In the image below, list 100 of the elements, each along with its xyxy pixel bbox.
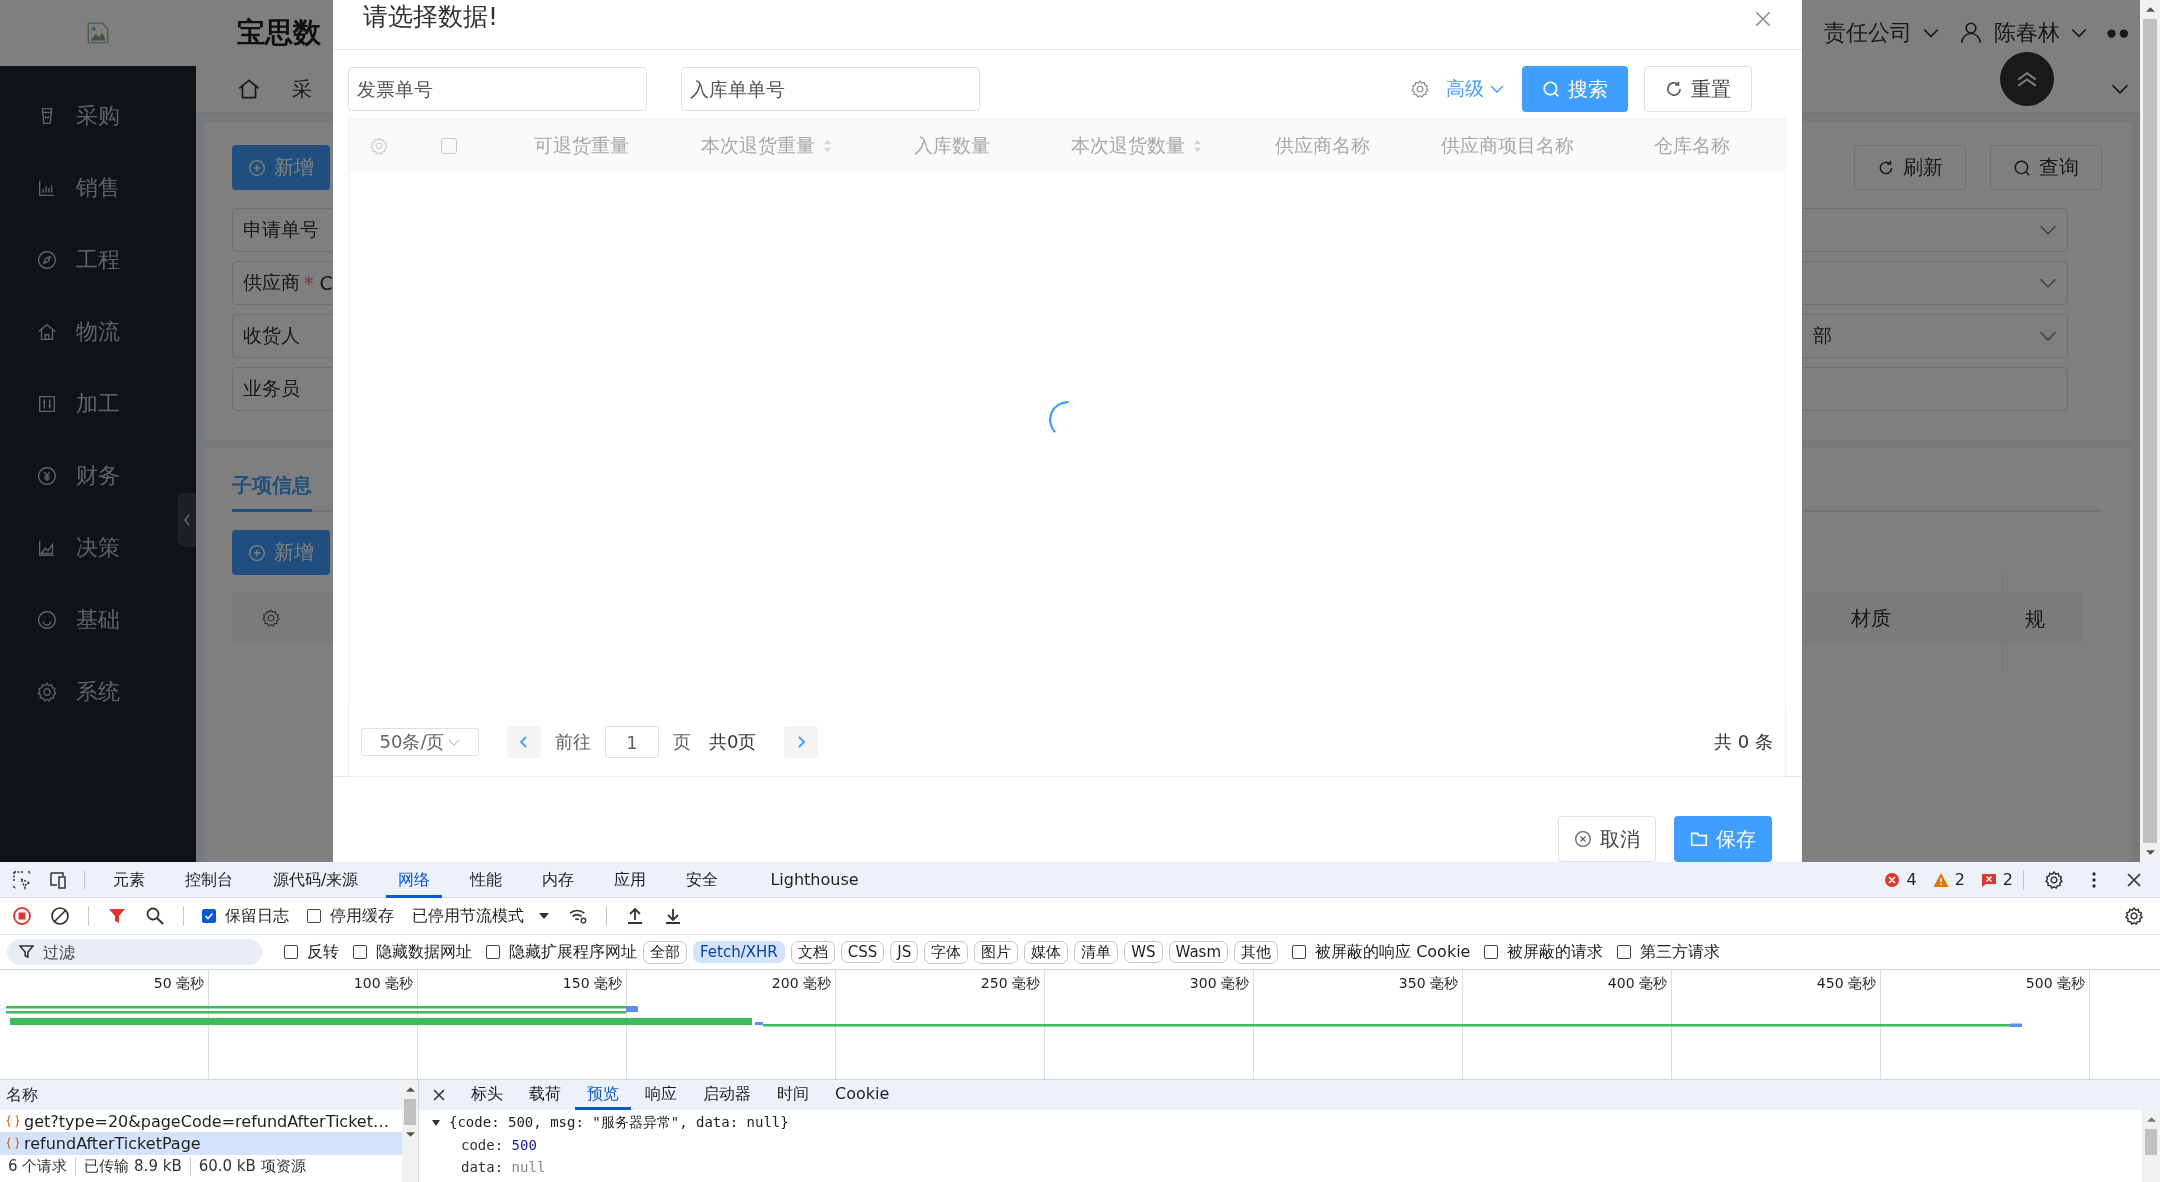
column-header: 入库数量 xyxy=(913,133,990,158)
select-all-checkbox[interactable] xyxy=(441,138,457,154)
filter-field[interactable]: 过滤 xyxy=(7,939,262,965)
device-toggle-icon[interactable] xyxy=(48,869,68,890)
stop-recording-icon[interactable] xyxy=(12,906,32,926)
close-icon[interactable] xyxy=(431,1087,447,1103)
preview-scrollbar[interactable] xyxy=(2142,1110,2160,1182)
dropdown-triangle-icon[interactable] xyxy=(538,912,550,920)
scroll-up-icon[interactable] xyxy=(2146,1117,2156,1122)
page-input[interactable]: 1 xyxy=(605,726,659,758)
type-filter-chip[interactable]: CSS xyxy=(840,941,885,963)
detail-tab[interactable]: 载荷 xyxy=(517,1080,573,1110)
cancel-button[interactable]: 取消 xyxy=(1558,816,1656,862)
download-icon[interactable] xyxy=(663,906,683,926)
upload-icon[interactable] xyxy=(625,906,645,926)
detail-tab[interactable]: 启动器 xyxy=(691,1080,763,1110)
detail-tab[interactable]: 响应 xyxy=(633,1080,689,1110)
request-row[interactable]: refundAfterTicketPage xyxy=(0,1132,402,1154)
devtools-tab[interactable]: 源代码/来源 xyxy=(261,861,371,898)
type-filter-chip[interactable]: 字体 xyxy=(924,940,969,964)
checkbox[interactable] xyxy=(1617,945,1632,959)
checkbox-label[interactable]: 第三方请求 xyxy=(1640,941,1721,963)
devtools-tab[interactable]: 元素 xyxy=(101,861,157,898)
checkbox[interactable] xyxy=(1292,945,1307,959)
scroll-down-icon[interactable] xyxy=(2145,850,2155,855)
expand-triangle-icon[interactable] xyxy=(431,1119,441,1127)
settings-icon[interactable] xyxy=(2044,869,2064,890)
type-filter-chip[interactable]: 文档 xyxy=(790,940,835,964)
type-filter-chip[interactable]: Fetch/XHR xyxy=(693,941,785,963)
column-header: 供应商项目名称 xyxy=(1440,133,1574,158)
checkbox[interactable] xyxy=(486,945,500,959)
detail-tab[interactable]: 时间 xyxy=(765,1080,821,1110)
list-scrollbar[interactable] xyxy=(402,1080,418,1182)
query-button[interactable]: 查询 xyxy=(1990,145,2102,190)
checkbox[interactable] xyxy=(307,909,321,923)
type-filter-chip[interactable]: 媒体 xyxy=(1024,940,1069,964)
issue-icon[interactable] xyxy=(1980,871,1997,888)
type-filter-chip[interactable]: 其他 xyxy=(1234,940,1279,964)
type-filter-chip[interactable]: 清单 xyxy=(1074,940,1119,964)
scroll-down-icon[interactable] xyxy=(405,1132,415,1137)
collapse-handle[interactable] xyxy=(177,493,196,547)
detail-tab[interactable]: 预览 xyxy=(575,1080,631,1110)
checkbox-label[interactable]: 反转 xyxy=(307,941,339,963)
warning-count[interactable]: 2 xyxy=(1954,870,1965,889)
detail-tab[interactable]: Cookie xyxy=(823,1080,902,1110)
reset-button[interactable]: 重置 xyxy=(1644,66,1752,112)
type-filter-chip[interactable]: 图片 xyxy=(974,940,1019,964)
checkbox-label[interactable]: 被屏蔽的请求 xyxy=(1507,941,1604,963)
filter-icon[interactable] xyxy=(107,906,127,926)
cancel-circle-icon xyxy=(1574,830,1592,848)
type-filter-chip[interactable]: WS xyxy=(1124,941,1163,963)
search-field[interactable]: 入库单单号 xyxy=(681,67,980,111)
refresh-button[interactable]: 刷新 xyxy=(1854,145,1966,190)
clear-icon[interactable] xyxy=(50,906,70,926)
devtools-tab[interactable]: 性能 xyxy=(458,861,515,898)
throttling-select[interactable]: 已停用节流模式 xyxy=(412,905,524,927)
plus-circle-icon xyxy=(248,158,266,177)
devtools-tab[interactable]: 内存 xyxy=(530,861,587,898)
page-size-select[interactable]: 50条/页 xyxy=(361,728,479,756)
menu-item-icon xyxy=(36,249,58,271)
issue-count[interactable]: 2 xyxy=(2002,870,2013,889)
page-scrollbar[interactable] xyxy=(2140,0,2160,862)
devtools-tab[interactable]: 控制台 xyxy=(173,861,245,898)
error-icon[interactable] xyxy=(1884,871,1901,888)
checkbox[interactable] xyxy=(353,945,367,959)
page-tab[interactable]: 采 xyxy=(292,75,312,103)
search-icon[interactable] xyxy=(145,906,165,926)
scrollbar-thumb[interactable] xyxy=(2145,1129,2157,1155)
checkbox-label[interactable]: 隐藏扩展程序网址 xyxy=(509,941,637,963)
type-filter-chip[interactable]: 全部 xyxy=(643,940,687,964)
checkbox-label[interactable]: 停用缓存 xyxy=(330,905,394,927)
devtools-tab[interactable]: Lighthouse xyxy=(758,861,871,898)
devtools-tab[interactable]: 应用 xyxy=(602,861,659,898)
devtools-tab[interactable]: 网络 xyxy=(386,861,443,898)
scrollbar-thumb[interactable] xyxy=(404,1099,416,1125)
scroll-up-icon[interactable] xyxy=(2145,7,2155,12)
type-filter-chip[interactable]: Wasm xyxy=(1168,941,1229,963)
scroll-up-icon[interactable] xyxy=(405,1087,415,1092)
checkbox[interactable] xyxy=(202,909,216,923)
timeline-tick-label: 50 毫秒 xyxy=(153,975,204,991)
more-icon[interactable] xyxy=(2106,27,2128,39)
checkbox[interactable] xyxy=(284,945,298,959)
warning-icon[interactable] xyxy=(1932,871,1949,888)
company-name[interactable]: 责任公司 xyxy=(1824,18,1912,48)
settings-icon[interactable] xyxy=(2124,906,2144,926)
checkbox[interactable] xyxy=(1484,945,1499,959)
devtools-tab[interactable]: 安全 xyxy=(674,861,731,898)
error-count[interactable]: 4 xyxy=(1906,870,1917,889)
request-row[interactable]: get?type=20&pageCode=refundAfterTicket… xyxy=(0,1110,402,1132)
detail-tab[interactable]: 标头 xyxy=(459,1080,515,1110)
checkbox-label[interactable]: 被屏蔽的响应 Cookie xyxy=(1315,941,1471,963)
inspect-icon[interactable] xyxy=(12,869,32,890)
braces-icon xyxy=(6,1136,20,1150)
collapse-up-button[interactable] xyxy=(2000,52,2054,106)
checkbox-label[interactable]: 保留日志 xyxy=(225,905,289,927)
user-name[interactable]: 陈春林 xyxy=(1994,18,2060,48)
search-field[interactable]: 发票单号 xyxy=(348,67,647,111)
timeline-tick-label: 350 毫秒 xyxy=(1398,975,1458,991)
type-filter-chip[interactable]: JS xyxy=(890,941,919,963)
checkbox-label[interactable]: 隐藏数据网址 xyxy=(376,941,472,963)
